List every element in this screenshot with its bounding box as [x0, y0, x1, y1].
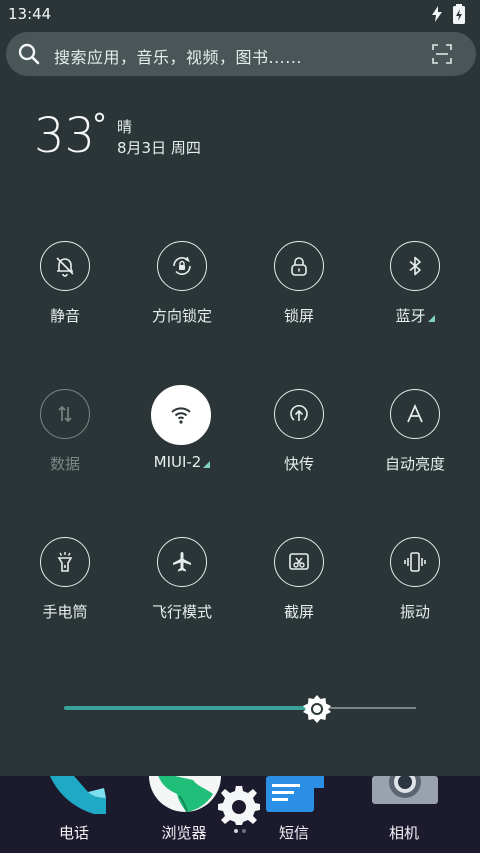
- screenshot-icon: [289, 553, 309, 570]
- toggle-bluetooth[interactable]: 蓝牙: [360, 241, 470, 331]
- toggle-lock-screen-circle: [274, 241, 324, 291]
- toggle-flashlight-circle: [40, 537, 90, 587]
- toggle-rotation-lock-label: 方向锁定: [151, 307, 212, 325]
- temperature: 33: [34, 108, 96, 164]
- toggle-airplane-mode-label: 飞行模式: [151, 603, 212, 621]
- auto-brightness-icon: [407, 403, 423, 423]
- status-time: 13:44: [8, 5, 52, 23]
- weather-condition: 晴: [117, 118, 133, 136]
- toggle-wifi[interactable]: MIUI-2: [127, 385, 237, 479]
- app-dock: 电话 浏览器 短信 相机: [0, 776, 480, 853]
- messages-icon: [266, 776, 324, 812]
- weather-date: 8月3日 周四: [117, 139, 201, 157]
- toggle-airplane-mode[interactable]: 飞行模式: [127, 537, 237, 627]
- flashlight-icon: [57, 552, 73, 572]
- toggle-airplane-mode-circle: [157, 537, 207, 587]
- search-bar[interactable]: 搜索应用，音乐，视频，图书......: [6, 32, 476, 76]
- toggle-flashlight-label: 手电筒: [42, 603, 88, 621]
- scan-icon[interactable]: [432, 44, 452, 64]
- browser-globe-icon: [149, 776, 221, 813]
- camera-icon: [372, 776, 438, 804]
- bell-off-icon: [56, 257, 74, 277]
- expand-triangle-icon: [427, 315, 435, 322]
- toggle-auto-brightness-circle: [390, 389, 440, 439]
- status-bar: 13:44: [0, 0, 480, 28]
- dock-app-camera-label: 相机: [388, 824, 419, 842]
- gear-icon[interactable]: [218, 786, 260, 828]
- airplane-icon: [173, 552, 191, 572]
- lock-icon: [291, 257, 307, 276]
- toggle-flashlight[interactable]: 手电筒: [10, 537, 120, 627]
- toggle-bluetooth-label: 蓝牙: [360, 305, 470, 326]
- toggle-vibrate-circle: [390, 537, 440, 587]
- toggle-screenshot[interactable]: 截屏: [244, 537, 354, 627]
- battery-icon: [453, 4, 465, 24]
- search-placeholder: 搜索应用，音乐，视频，图书......: [54, 48, 303, 67]
- page-indicator-dots: [234, 829, 246, 833]
- toggle-vibrate[interactable]: 振动: [360, 537, 470, 627]
- dock-app-phone[interactable]: 电话: [24, 776, 124, 853]
- charging-bolt-icon: [432, 6, 442, 22]
- dock-app-phone-label: 电话: [58, 824, 89, 842]
- toggle-lock-screen-label: 锁屏: [283, 307, 314, 325]
- toggle-wifi-circle: [151, 385, 211, 445]
- toggle-mobile-data-circle: [40, 389, 90, 439]
- dock-app-camera[interactable]: 相机: [354, 776, 454, 853]
- share-upload-icon: [290, 405, 308, 421]
- brightness-slider[interactable]: [64, 694, 416, 724]
- toggle-mute[interactable]: 静音: [10, 241, 120, 331]
- toggle-quick-share[interactable]: 快传: [244, 389, 354, 479]
- toggle-mobile-data-label: 数据: [49, 455, 80, 473]
- toggle-mute-circle: [40, 241, 90, 291]
- toggle-lock-screen[interactable]: 锁屏: [244, 241, 354, 331]
- brightness-sun-icon[interactable]: [302, 694, 332, 724]
- rotation-lock-icon: [173, 256, 191, 276]
- toggle-auto-brightness-label: 自动亮度: [384, 455, 445, 473]
- data-arrows-icon: [58, 405, 72, 423]
- phone-icon: [50, 776, 106, 814]
- degree-symbol: °: [92, 108, 107, 143]
- toggle-vibrate-label: 振动: [399, 603, 430, 621]
- slider-fill: [64, 706, 317, 710]
- toggle-screenshot-label: 截屏: [283, 603, 314, 621]
- toggle-mute-label: 静音: [49, 307, 80, 325]
- toggle-mobile-data[interactable]: 数据: [10, 389, 120, 479]
- toggle-rotation-lock-circle: [157, 241, 207, 291]
- toggle-quick-share-label: 快传: [283, 455, 314, 473]
- vibrate-icon: [404, 552, 426, 572]
- toggle-wifi-label: MIUI-2: [127, 453, 237, 471]
- toggle-quick-share-circle: [274, 389, 324, 439]
- toggle-screenshot-circle: [274, 537, 324, 587]
- toggle-auto-brightness[interactable]: 自动亮度: [360, 389, 470, 479]
- expand-triangle-icon: [203, 461, 211, 468]
- toggle-bluetooth-circle: [390, 241, 440, 291]
- bluetooth-icon: [409, 256, 421, 276]
- wifi-icon: [171, 407, 191, 424]
- toggle-rotation-lock[interactable]: 方向锁定: [127, 241, 237, 331]
- search-icon: [18, 43, 40, 65]
